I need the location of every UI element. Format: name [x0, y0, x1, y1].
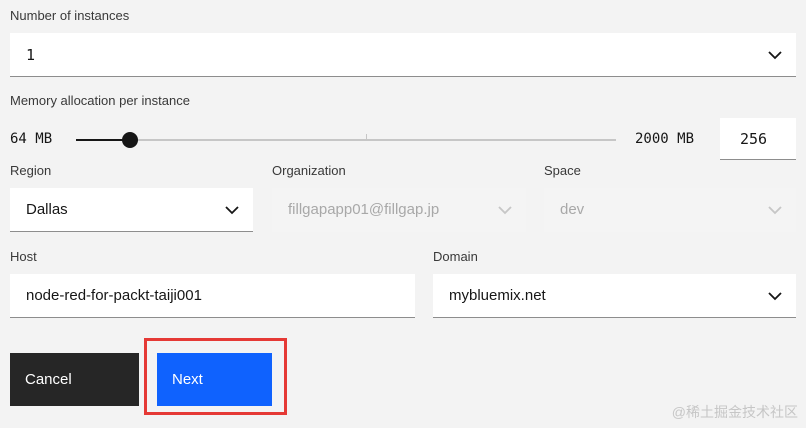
memory-min-label: 64 MB: [10, 131, 53, 147]
region-label: Region: [10, 163, 52, 178]
host-input[interactable]: node-red-for-packt-taiji001: [10, 274, 415, 318]
domain-value: mybluemix.net: [449, 287, 546, 304]
next-button[interactable]: Next: [157, 353, 272, 406]
memory-max-label: 2000 MB: [635, 131, 695, 147]
cancel-button[interactable]: Cancel: [10, 353, 139, 406]
slider-midpoint-tick: [366, 134, 367, 140]
host-value: node-red-for-packt-taiji001: [26, 287, 202, 304]
organization-value: fillgapapp01@fillgap.jp: [288, 201, 440, 218]
watermark: @稀土掘金技术社区: [671, 404, 798, 420]
host-label: Host: [10, 249, 37, 264]
space-label: Space: [544, 163, 581, 178]
domain-label: Domain: [433, 249, 478, 264]
memory-label: Memory allocation per instance: [10, 93, 190, 108]
slider-track: [76, 139, 616, 141]
region-value: Dallas: [26, 201, 68, 218]
chevron-down-icon: [498, 205, 512, 214]
chevron-down-icon: [768, 291, 782, 300]
chevron-down-icon: [768, 205, 782, 214]
memory-slider[interactable]: [76, 129, 616, 151]
space-select: dev: [544, 188, 796, 232]
chevron-down-icon: [768, 50, 782, 59]
instances-value: 1: [26, 45, 36, 64]
space-value: dev: [560, 201, 585, 218]
instances-label: Number of instances: [10, 8, 130, 23]
domain-select[interactable]: mybluemix.net: [433, 274, 796, 318]
organization-label: Organization: [272, 163, 346, 178]
slider-thumb[interactable]: [122, 132, 138, 148]
region-select[interactable]: Dallas: [10, 188, 253, 232]
memory-value: 256: [740, 129, 768, 148]
chevron-down-icon: [225, 205, 239, 214]
memory-value-input[interactable]: 256: [720, 118, 796, 160]
organization-select: fillgapapp01@fillgap.jp: [272, 188, 526, 232]
instances-select[interactable]: 1: [10, 33, 796, 77]
